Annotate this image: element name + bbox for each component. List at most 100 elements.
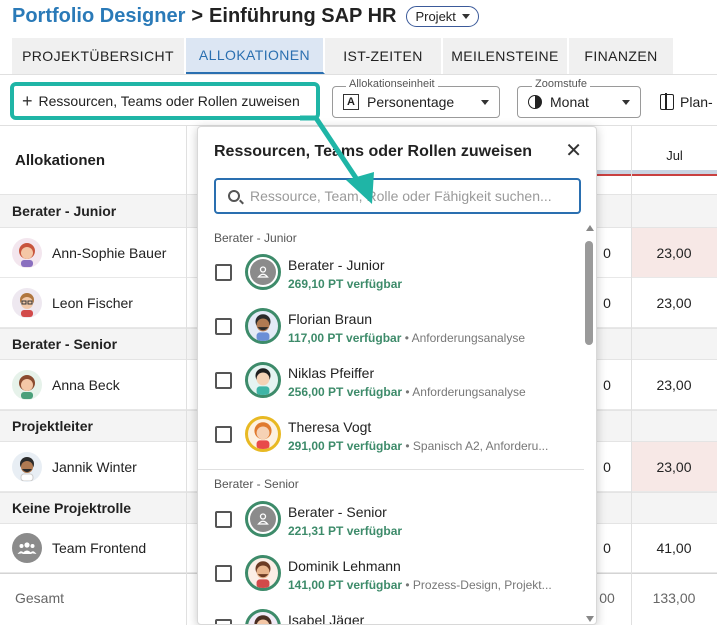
popover-title: Ressourcen, Teams oder Rollen zuweisen (214, 143, 533, 160)
woman-icon (245, 609, 281, 624)
breadcrumb-separator: > (191, 4, 204, 27)
zoom-level-label: Zoomstufe (532, 78, 590, 90)
resource-cell: Ann-Sophie Bauer (0, 228, 186, 278)
skills: • Anforderungsanalyse (402, 385, 526, 399)
chevron-down-icon (461, 13, 470, 19)
woman-red-hair-icon (12, 238, 42, 268)
item-name: Berater - Senior (288, 504, 387, 520)
scrollbar[interactable] (584, 223, 596, 624)
search-input[interactable] (250, 188, 570, 204)
list-item[interactable]: Niklas Pfeiffer 256,00 PT verfügbar • An… (198, 355, 584, 409)
resource-name: Anna Beck (52, 377, 120, 393)
tab-meilensteine[interactable]: MEILENSTEINE (443, 38, 569, 74)
assign-popover: Ressourcen, Teams oder Rollen zuweisen ✕… (197, 126, 597, 625)
item-name: Niklas Pfeiffer (288, 365, 375, 381)
section-label: Berater - Senior (214, 477, 299, 491)
plan-button[interactable]: Plan- (660, 86, 713, 118)
search-icon (228, 190, 240, 202)
availability: 291,00 PT verfügbar (288, 439, 403, 453)
page-header: Portfolio Designer > Einführung SAP HR P… (12, 3, 479, 29)
list-item[interactable]: Dominik Lehmann 141,00 PT verfügbar • Pr… (198, 548, 584, 602)
list-item[interactable]: Berater - Junior 269,10 PT verfügbar (198, 247, 584, 301)
chevron-down-icon (481, 99, 489, 105)
scroll-thumb[interactable] (585, 241, 593, 345)
select-checkbox[interactable] (215, 264, 232, 281)
item-subtitle: 291,00 PT verfügbar • Spanisch A2, Anfor… (288, 439, 578, 453)
zoom-icon (528, 95, 542, 109)
allocation-cell[interactable]: 41,00 (631, 524, 717, 572)
resource-list: Berater - Junior Berater - Junior 269,10… (198, 223, 584, 625)
tab-bar: PROJEKTÜBERSICHT ALLOKATIONEN IST-ZEITEN… (12, 38, 675, 74)
allocation-unit-label: Allokationseinheit (346, 78, 438, 90)
man-black-hair-icon (245, 362, 281, 398)
scroll-up-icon[interactable] (586, 225, 594, 231)
select-checkbox[interactable] (215, 426, 232, 443)
resource-name: Leon Fischer (52, 295, 133, 311)
tab-finanzen[interactable]: FINANZEN (569, 38, 675, 74)
tab-divider (0, 74, 717, 75)
prev-month-value: 0 (603, 459, 611, 475)
resource-cell: Team Frontend (0, 524, 186, 572)
prev-month-value: 0 (603, 377, 611, 393)
man-glasses-icon (12, 288, 42, 318)
total-value: 133,00 (652, 590, 696, 606)
availability: 269,10 PT verfügbar (288, 277, 403, 291)
item-subtitle: 221,31 PT verfügbar (288, 524, 578, 538)
prev-month-value: 0 (603, 295, 611, 311)
select-checkbox[interactable] (215, 511, 232, 528)
section-divider (198, 469, 584, 470)
select-checkbox[interactable] (215, 565, 232, 582)
group-label: Berater - Junior (12, 203, 117, 219)
resource-name: Ann-Sophie Bauer (52, 245, 167, 261)
month-header-jul: Jul (631, 140, 717, 170)
total-label: Gesamt (15, 590, 65, 606)
item-name: Dominik Lehmann (288, 558, 401, 574)
plan-icon (660, 93, 674, 110)
prev-month-total: 00 (599, 590, 615, 606)
scroll-down-icon[interactable] (586, 616, 594, 622)
tab-projektuebersicht[interactable]: PROJEKTÜBERSICHT (12, 38, 186, 74)
list-item[interactable]: Florian Braun 117,00 PT verfügbar • Anfo… (198, 301, 584, 355)
tab-allokationen[interactable]: ALLOKATIONEN (186, 38, 325, 74)
list-item[interactable]: Isabel Jäger (198, 602, 584, 625)
project-type-badge[interactable]: Projekt (406, 5, 479, 27)
section-label: Berater - Junior (214, 231, 297, 245)
item-name: Berater - Junior (288, 257, 385, 273)
resource-name: Jannik Winter (52, 459, 137, 475)
search-field[interactable] (214, 178, 581, 214)
month-column-divider (631, 126, 632, 625)
list-item[interactable]: Berater - Senior 221,31 PT verfügbar (198, 494, 584, 548)
skills: • Prozess-Design, Projekt... (402, 578, 552, 592)
availability: 141,00 PT verfügbar (288, 578, 403, 592)
assign-resources-button[interactable]: + Ressourcen, Teams oder Rollen zuweisen (10, 82, 320, 120)
item-name: Theresa Vogt (288, 419, 372, 435)
allocations-title: Allokationen (15, 151, 106, 169)
item-subtitle: 256,00 PT verfügbar • Anforderungsanalys… (288, 385, 578, 399)
allocation-cell[interactable]: 23,00 (631, 228, 717, 277)
select-checkbox[interactable] (215, 372, 232, 389)
tab-ist-zeiten[interactable]: IST-ZEITEN (325, 38, 443, 74)
allocation-unit-value: Personentage (367, 94, 455, 110)
resource-cell: Leon Fischer (0, 278, 186, 328)
allocation-cell[interactable]: 23,00 (631, 360, 717, 409)
allocation-cell[interactable]: 23,00 (631, 278, 717, 327)
today-line (597, 174, 717, 176)
item-subtitle: 141,00 PT verfügbar • Prozess-Design, Pr… (288, 578, 578, 592)
brand-title[interactable]: Portfolio Designer (12, 5, 185, 28)
skills: • Anforderungsanalyse (401, 331, 526, 345)
chevron-down-icon (622, 99, 630, 105)
item-name: Isabel Jäger (288, 612, 365, 625)
role-person-icon (245, 254, 281, 290)
select-checkbox[interactable] (215, 619, 232, 624)
allocation-cell[interactable]: 23,00 (631, 442, 717, 491)
man-beard-icon (245, 555, 281, 591)
list-item[interactable]: Theresa Vogt 291,00 PT verfügbar • Spani… (198, 409, 584, 463)
item-name: Florian Braun (288, 311, 373, 327)
group-label: Projektleiter (12, 418, 93, 434)
zoom-level-value: Monat (550, 94, 589, 110)
group-label: Keine Projektrolle (12, 500, 132, 516)
zoom-level-select[interactable]: Monat (517, 86, 641, 118)
close-icon[interactable]: ✕ (565, 141, 582, 161)
select-checkbox[interactable] (215, 318, 232, 335)
allocation-unit-select[interactable]: A Personentage (332, 86, 500, 118)
